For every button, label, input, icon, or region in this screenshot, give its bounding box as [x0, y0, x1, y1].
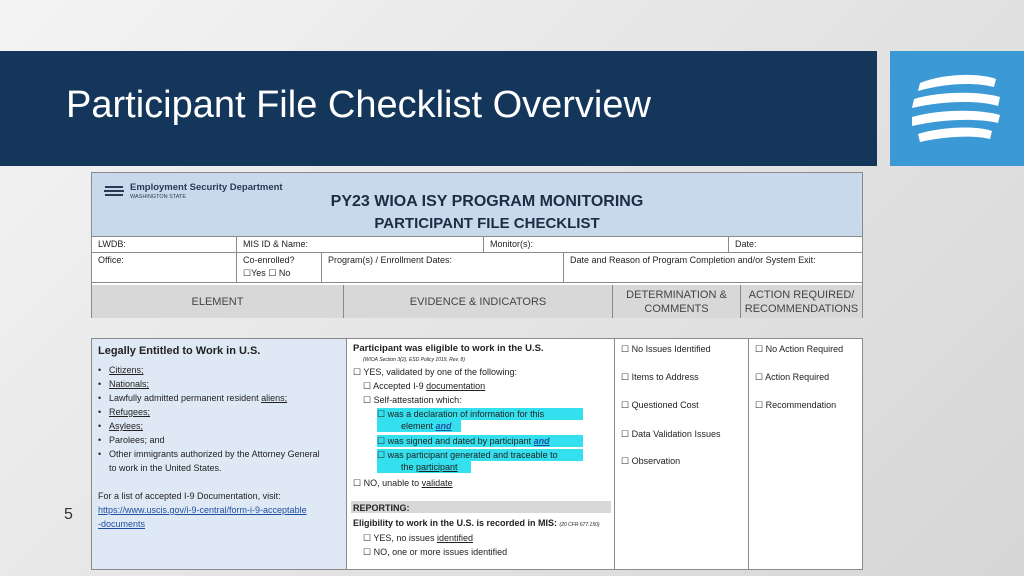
reporting-heading: REPORTING: [353, 503, 410, 513]
co-enrolled-options: ☐Yes ☐ No [243, 268, 291, 278]
monitor-field: Monitor(s): [484, 237, 729, 253]
programs-field: Program(s) / Enrollment Dates: [322, 253, 564, 283]
element-column: Legally Entitled to Work in U.S. Citizen… [92, 339, 347, 569]
list-item: Nationals; [98, 377, 346, 391]
logo [890, 51, 1024, 166]
co-enrolled-label: Co-enrolled? [243, 255, 295, 265]
list-item: Asylees; [98, 419, 346, 433]
data-validation-checkbox[interactable]: ☐ Data Validation Issues [621, 428, 720, 440]
items-to-address-checkbox[interactable]: ☐ Items to Address [621, 371, 699, 383]
lwdb-field: LWDB: [92, 237, 237, 253]
checklist-title: PARTICIPANT FILE CHECKLIST [374, 215, 600, 232]
element-heading: Legally Entitled to Work in U.S. [98, 345, 261, 357]
report-yes-checkbox[interactable]: ☐ YES, no issues identified [363, 532, 473, 544]
report-no-checkbox[interactable]: ☐ NO, one or more issues identified [363, 546, 507, 558]
yes-line[interactable]: ☐ YES, validated by one of the following… [353, 366, 517, 378]
traceable-checkbox[interactable]: ☐ was participant generated and traceabl… [377, 449, 583, 461]
declaration-checkbox[interactable]: ☐ was a declaration of information for t… [377, 408, 583, 420]
date-field: Date: [729, 237, 862, 253]
no-checkbox[interactable]: ☐ NO, unable to validate [353, 477, 453, 489]
dept-name: Employment Security Department [130, 182, 283, 193]
checklist-header: Employment Security Department WASHINGTO… [91, 172, 863, 318]
declaration-cont: element and [377, 420, 461, 432]
list-item: Parolees; and [98, 433, 346, 447]
i9-note-text: For a list of accepted I-9 Documentation… [98, 491, 281, 501]
column-element: ELEMENT [92, 285, 344, 318]
column-evidence: EVIDENCE & INDICATORS [344, 285, 613, 318]
action-required-checkbox[interactable]: ☐ Action Required [755, 371, 829, 383]
page-number: 5 [64, 506, 73, 523]
action-column: ☐ No Action Required ☐ Action Required ☐… [749, 339, 864, 569]
list-item: Refugees; [98, 405, 346, 419]
i9-checkbox[interactable]: ☐ Accepted I-9 documentation [363, 380, 485, 392]
office-field: Office: [92, 253, 237, 283]
no-action-checkbox[interactable]: ☐ No Action Required [755, 343, 843, 355]
logo-icon [912, 74, 1000, 142]
questioned-cost-checkbox[interactable]: ☐ Questioned Cost [621, 399, 699, 411]
no-issues-checkbox[interactable]: ☐ No Issues Identified [621, 343, 711, 355]
evidence-citation: (WIOA Section 3(2), ESD Policy 1019, Rev… [363, 357, 465, 363]
mis-id-field: MIS ID & Name: [237, 237, 484, 253]
list-item: Lawfully admitted permanent resident ali… [98, 391, 346, 405]
i9-link[interactable]: https://www.uscis.gov/i-9-central/form-i… [98, 503, 308, 531]
element-list: Citizens; Nationals; Lawfully admitted p… [98, 363, 346, 475]
slide-title: Participant File Checklist Overview [66, 84, 651, 126]
determination-column: ☐ No Issues Identified ☐ Items to Addres… [615, 339, 749, 569]
observation-checkbox[interactable]: ☐ Observation [621, 455, 680, 467]
recommendation-checkbox[interactable]: ☐ Recommendation [755, 399, 836, 411]
program-title: PY23 WIOA ISY PROGRAM MONITORING [330, 193, 644, 210]
checklist-body: Legally Entitled to Work in U.S. Citizen… [91, 338, 863, 570]
header-banner: Employment Security Department WASHINGTO… [92, 173, 862, 237]
completion-field: Date and Reason of Program Completion an… [564, 253, 862, 283]
signed-checkbox[interactable]: ☐ was signed and dated by participant an… [377, 435, 583, 447]
traceable-cont: the participant [377, 461, 471, 473]
co-enrolled-field: Co-enrolled? ☐Yes ☐ No [237, 253, 322, 283]
evidence-column: Participant was eligible to work in the … [347, 339, 615, 569]
reporting-line: Eligibility to work in the U.S. is recor… [353, 518, 600, 528]
list-item: Other immigrants authorized by the Attor… [98, 447, 323, 475]
column-action: ACTION REQUIRED/ RECOMMENDATIONS [741, 285, 862, 318]
column-determination: DETERMINATION & COMMENTS [613, 285, 741, 318]
i9-note: For a list of accepted I-9 Documentation… [98, 489, 346, 531]
list-item: Citizens; [98, 363, 346, 377]
self-attestation-checkbox[interactable]: ☐ Self-attestation which: [363, 394, 462, 406]
